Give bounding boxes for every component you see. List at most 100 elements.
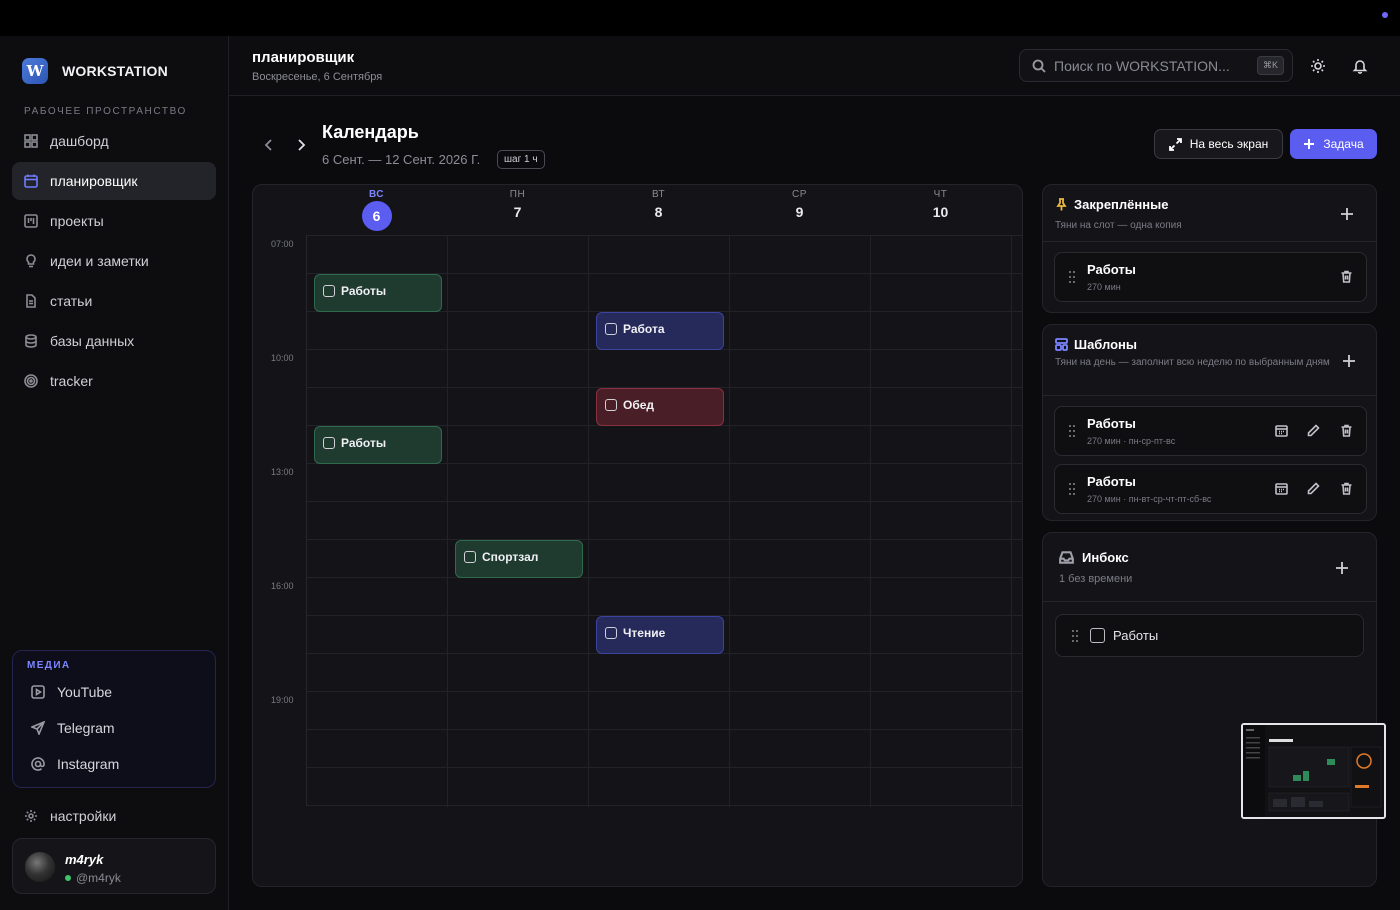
sidebar-item-planner[interactable]: планировщик	[12, 162, 216, 200]
page-date: Воскресенье, 6 Сентября	[252, 71, 383, 83]
search-shortcut: ⌘K	[1256, 56, 1284, 75]
week-navigation	[262, 138, 308, 157]
template-item[interactable]: Работы 270 мин · пн-ср-пт-вс	[1054, 406, 1367, 456]
time-label: 16:00	[271, 581, 294, 591]
time-label: 07:00	[271, 239, 294, 249]
event-checkbox[interactable]	[605, 323, 617, 335]
event-checkbox[interactable]	[605, 627, 617, 639]
day-number: 8	[654, 204, 663, 220]
slot-divider	[307, 729, 1022, 730]
drag-handle-icon[interactable]	[1067, 482, 1077, 496]
pinned-add-button[interactable]	[1340, 207, 1354, 221]
calendar-slots[interactable]: Работы Работа Обед Работы Спортзал Чтени…	[306, 235, 1022, 807]
event-checkbox[interactable]	[464, 551, 476, 563]
event-checkbox[interactable]	[323, 437, 335, 449]
sidebar-item-articles[interactable]: статьи	[12, 282, 216, 320]
slot-divider	[307, 501, 1022, 502]
trash-icon[interactable]	[1340, 424, 1353, 437]
event-block[interactable]: Работы	[314, 274, 442, 312]
event-block[interactable]: Обед	[596, 388, 724, 426]
sidebar-item-tracker[interactable]: tracker	[12, 362, 216, 400]
drag-handle-icon[interactable]	[1067, 424, 1077, 438]
inbox-item-title: Работы	[1113, 628, 1159, 643]
inbox-title-text: Инбокс	[1082, 550, 1129, 565]
drag-handle-icon[interactable]	[1067, 270, 1077, 284]
templates-subtitle: Тяни на день — заполнит всю неделю по вы…	[1055, 357, 1330, 368]
event-title: Работы	[341, 436, 387, 450]
day-header-sun[interactable]: ВС 6	[306, 185, 447, 235]
media-item-instagram[interactable]: Instagram	[31, 756, 119, 772]
bell-icon[interactable]	[1352, 58, 1368, 74]
user-handle-text: @m4ryk	[76, 871, 121, 885]
sidebar-item-ideas[interactable]: идеи и заметки	[12, 242, 216, 280]
sidebar-item-projects[interactable]: проекты	[12, 202, 216, 240]
inbox-item-checkbox[interactable]	[1090, 628, 1105, 643]
trash-icon[interactable]	[1340, 270, 1353, 283]
event-checkbox[interactable]	[323, 285, 335, 297]
fullscreen-button[interactable]: На весь экран	[1154, 129, 1283, 159]
expand-icon	[1168, 137, 1182, 151]
day-header-thu[interactable]: ЧТ 10	[870, 185, 1011, 235]
media-item-label: Instagram	[57, 756, 120, 772]
event-title: Спортзал	[482, 550, 539, 564]
kanban-icon	[24, 214, 38, 228]
pin-icon	[1056, 198, 1067, 211]
pinned-title: Закреплённые	[1055, 197, 1168, 212]
pinned-title-text: Закреплённые	[1074, 197, 1169, 212]
prev-week-button[interactable]	[262, 138, 276, 157]
day-divider	[1011, 236, 1012, 807]
sidebar-item-databases[interactable]: базы данных	[12, 322, 216, 360]
divider	[1043, 601, 1376, 602]
user-card[interactable]: m4ryk @m4ryk	[12, 838, 216, 894]
pinned-item-title: Работы	[1087, 262, 1136, 277]
next-week-button[interactable]	[294, 138, 308, 157]
slot-divider	[307, 577, 1022, 578]
sidebar-item-label: базы данных	[50, 333, 135, 349]
brand[interactable]: W WORKSTATION	[22, 58, 168, 84]
day-divider	[588, 236, 589, 807]
add-task-button[interactable]: Задача	[1290, 129, 1377, 159]
calendar-range: 6 Сент. — 12 Сент. 2026 Г.	[322, 152, 481, 167]
calendar-days-icon[interactable]	[1275, 424, 1288, 437]
event-checkbox[interactable]	[605, 399, 617, 411]
media-item-youtube[interactable]: YouTube	[31, 684, 112, 700]
templates-title-text: Шаблоны	[1074, 337, 1137, 352]
search-input[interactable]: Поиск по WORKSTATION...	[1054, 58, 1257, 74]
chevron-right-icon	[298, 139, 306, 151]
database-icon	[25, 334, 37, 348]
search-box[interactable]: Поиск по WORKSTATION... ⌘K	[1019, 49, 1293, 82]
slot-divider	[307, 805, 1022, 806]
event-title: Работы	[341, 284, 387, 298]
calendar-days-icon[interactable]	[1275, 482, 1288, 495]
search-icon	[1032, 59, 1046, 73]
step-badge[interactable]: шаг 1 ч	[497, 150, 545, 169]
drag-handle-icon[interactable]	[1070, 629, 1080, 643]
target-icon	[24, 374, 38, 388]
screenshot-thumbnail[interactable]	[1241, 723, 1386, 819]
gear-icon	[25, 810, 37, 822]
trash-icon[interactable]	[1340, 482, 1353, 495]
sun-icon[interactable]	[1310, 58, 1326, 74]
pencil-icon[interactable]	[1307, 482, 1320, 495]
inbox-item[interactable]: Работы	[1055, 614, 1364, 657]
event-block[interactable]: Работа	[596, 312, 724, 350]
event-block[interactable]: Работы	[314, 426, 442, 464]
page-title: планировщик	[252, 49, 355, 66]
pencil-icon[interactable]	[1307, 424, 1320, 437]
templates-title: Шаблоны	[1055, 337, 1137, 352]
template-item[interactable]: Работы 270 мин · пн-вт-ср-чт-пт-сб-вс	[1054, 464, 1367, 514]
media-item-telegram[interactable]: Telegram	[31, 720, 115, 736]
sidebar-item-dashboard[interactable]: дашборд	[12, 122, 216, 160]
day-header-mon[interactable]: ПН 7	[447, 185, 588, 235]
inbox-add-button[interactable]	[1335, 561, 1349, 575]
calendar-icon	[24, 174, 38, 188]
templates-add-button[interactable]	[1342, 354, 1356, 368]
event-block[interactable]: Чтение	[596, 616, 724, 654]
day-divider	[729, 236, 730, 807]
day-divider	[870, 236, 871, 807]
pinned-item[interactable]: Работы 270 мин	[1054, 252, 1367, 302]
settings-button[interactable]: настройки	[24, 808, 116, 824]
day-header-tue[interactable]: ВТ 8	[588, 185, 729, 235]
event-block[interactable]: Спортзал	[455, 540, 583, 578]
day-header-wed[interactable]: СР 9	[729, 185, 870, 235]
